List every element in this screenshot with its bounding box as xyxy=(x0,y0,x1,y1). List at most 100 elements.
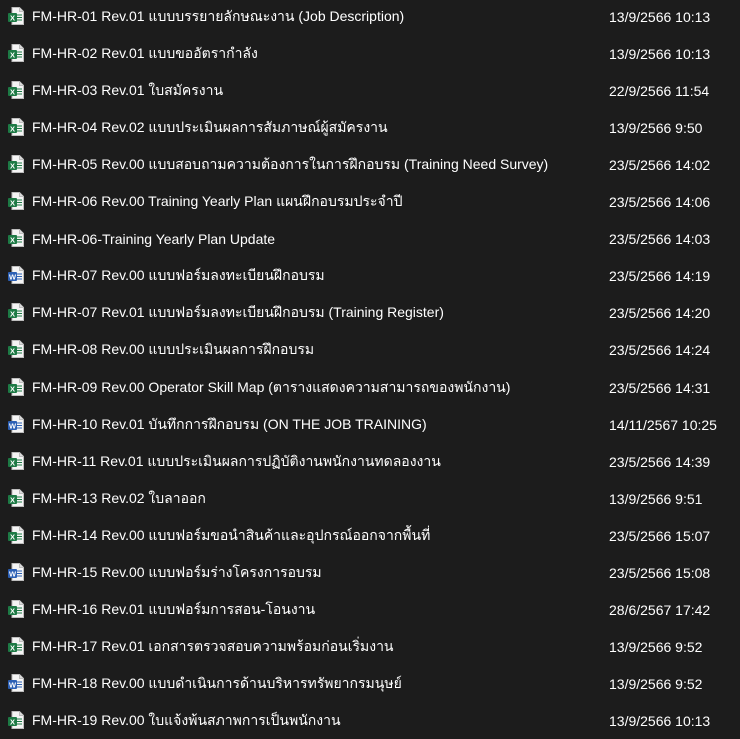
excel-file-icon: X xyxy=(8,340,24,359)
file-name: FM-HR-08 Rev.00 แบบประเมินผลการฝึกอบรม xyxy=(32,341,315,358)
file-modified-date: 14/11/2567 10:25 xyxy=(609,416,717,433)
file-name: FM-HR-07 Rev.01 แบบฟอร์มลงทะเบียนฝึกอบรม… xyxy=(32,304,444,321)
file-modified-date: 22/9/2566 11:54 xyxy=(609,83,710,100)
file-name: FM-HR-03 Rev.01 ใบสมัครงาน xyxy=(32,82,224,99)
file-row[interactable]: X FM-HR-19 Rev.00 ใบแจ้งพ้นสภาพการเป็นพนั… xyxy=(0,703,740,739)
svg-text:X: X xyxy=(10,236,15,245)
svg-text:X: X xyxy=(10,13,15,22)
word-file-icon: W xyxy=(8,414,24,433)
file-modified-date: 13/9/2566 9:50 xyxy=(609,120,703,137)
svg-text:X: X xyxy=(10,458,15,467)
file-name: FM-HR-06 Rev.00 Training Yearly Plan แผน… xyxy=(32,193,403,210)
excel-file-icon: X xyxy=(8,81,24,100)
excel-file-icon: X xyxy=(8,118,24,137)
file-modified-date: 13/9/2566 10:13 xyxy=(609,9,711,25)
svg-text:W: W xyxy=(9,421,17,430)
file-modified-date: 13/9/2566 9:52 xyxy=(609,675,703,692)
file-name: FM-HR-06-Training Yearly Plan Update xyxy=(32,231,276,248)
file-modified-date: 23/5/2566 14:03 xyxy=(609,231,711,248)
file-row[interactable]: X FM-HR-05 Rev.00 แบบสอบถามความต้องการในก… xyxy=(0,147,740,183)
file-row[interactable]: X FM-HR-04 Rev.02 แบบประเมินผลการสัมภาษณ์… xyxy=(0,110,740,146)
file-modified-date: 13/9/2566 9:52 xyxy=(609,638,703,655)
file-row[interactable]: W FM-HR-18 Rev.00 แบบดำเนินการด้านบริหารท… xyxy=(0,666,740,702)
file-row[interactable]: X FM-HR-17 Rev.01 เอกสารตรวจสอบความพร้อมก… xyxy=(0,629,740,665)
file-name: FM-HR-07 Rev.00 แบบฟอร์มลงทะเบียนฝึกอบรม xyxy=(32,267,325,284)
svg-text:W: W xyxy=(9,273,17,282)
file-row[interactable]: X FM-HR-13 Rev.02 ใบลาออก 13/9/2566 9:51 xyxy=(0,481,740,517)
file-name: FM-HR-13 Rev.02 ใบลาออก xyxy=(32,489,206,506)
svg-text:X: X xyxy=(10,199,15,208)
file-row[interactable]: W FM-HR-10 Rev.01 บันทึกการฝึกอบรม (ON TH… xyxy=(0,407,740,443)
excel-file-icon: X xyxy=(8,377,24,396)
svg-text:W: W xyxy=(9,680,17,689)
svg-text:X: X xyxy=(10,310,15,319)
svg-text:X: X xyxy=(10,643,15,652)
file-list: X FM-HR-01 Rev.01 แบบบรรยายลักษณะงาน (Job… xyxy=(0,0,740,729)
file-name: FM-HR-11 Rev.01 แบบประเมินผลการปฏิบัติงา… xyxy=(32,452,441,469)
file-row[interactable]: X FM-HR-01 Rev.01 แบบบรรยายลักษณะงาน (Job… xyxy=(0,0,740,35)
file-row[interactable]: W FM-HR-07 Rev.00 แบบฟอร์มลงทะเบียนฝึกอบร… xyxy=(0,258,740,294)
svg-text:X: X xyxy=(10,50,15,59)
word-file-icon: W xyxy=(8,266,24,285)
excel-file-icon: X xyxy=(8,488,24,507)
file-modified-date: 23/5/2566 14:20 xyxy=(609,305,711,322)
excel-file-icon: X xyxy=(8,7,24,25)
file-name: FM-HR-01 Rev.01 แบบบรรยายลักษณะงาน (Job … xyxy=(32,8,405,24)
file-name: FM-HR-16 Rev.01 แบบฟอร์มการสอน-โอนงาน xyxy=(32,600,316,617)
file-name: FM-HR-02 Rev.01 แบบขออัตรากำลัง xyxy=(32,45,258,62)
file-modified-date: 23/5/2566 14:24 xyxy=(609,342,711,359)
file-name: FM-HR-17 Rev.01 เอกสารตรวจสอบความพร้อมก่… xyxy=(32,637,394,654)
file-name: FM-HR-10 Rev.01 บันทึกการฝึกอบรม (ON THE… xyxy=(32,415,427,432)
file-row[interactable]: X FM-HR-08 Rev.00 แบบประเมินผลการฝึกอบรม 2… xyxy=(0,332,740,368)
word-file-icon: W xyxy=(8,673,24,692)
file-row[interactable]: X FM-HR-14 Rev.00 แบบฟอร์มขอนำสินค้าและอุ… xyxy=(0,518,740,554)
svg-text:X: X xyxy=(10,125,15,134)
svg-text:X: X xyxy=(10,495,15,504)
svg-text:X: X xyxy=(10,347,15,356)
svg-text:X: X xyxy=(10,87,15,96)
file-name: FM-HR-09 Rev.00 Operator Skill Map (ตารา… xyxy=(32,378,511,395)
svg-text:X: X xyxy=(10,717,15,726)
svg-text:X: X xyxy=(10,384,15,393)
file-modified-date: 23/5/2566 15:07 xyxy=(609,527,711,544)
file-modified-date: 28/6/2567 17:42 xyxy=(609,601,711,618)
file-row[interactable]: X FM-HR-06 Rev.00 Training Yearly Plan แผ… xyxy=(0,184,740,220)
svg-text:X: X xyxy=(10,606,15,615)
svg-text:X: X xyxy=(10,162,15,171)
file-row[interactable]: X FM-HR-02 Rev.01 แบบขออัตรากำลัง 13/9/256… xyxy=(0,36,740,72)
file-modified-date: 13/9/2566 10:13 xyxy=(609,712,711,729)
file-row[interactable]: X FM-HR-11 Rev.01 แบบประเมินผลการปฏิบัติง… xyxy=(0,444,740,480)
file-name: FM-HR-18 Rev.00 แบบดำเนินการด้านบริหารทร… xyxy=(32,674,402,691)
file-name: FM-HR-14 Rev.00 แบบฟอร์มขอนำสินค้าและอุป… xyxy=(32,526,431,543)
excel-file-icon: X xyxy=(8,525,24,544)
file-modified-date: 23/5/2566 14:31 xyxy=(609,379,711,396)
file-modified-date: 23/5/2566 14:02 xyxy=(609,157,711,174)
file-modified-date: 13/9/2566 10:13 xyxy=(609,46,711,63)
excel-file-icon: X xyxy=(8,192,24,211)
file-row[interactable]: X FM-HR-07 Rev.01 แบบฟอร์มลงทะเบียนฝึกอบร… xyxy=(0,295,740,331)
file-modified-date: 23/5/2566 15:08 xyxy=(609,564,711,581)
excel-file-icon: X xyxy=(8,155,24,174)
excel-file-icon: X xyxy=(8,636,24,655)
excel-file-icon: X xyxy=(8,229,24,248)
file-modified-date: 23/5/2566 14:19 xyxy=(609,268,711,285)
file-modified-date: 13/9/2566 9:51 xyxy=(609,490,703,507)
file-row[interactable]: X FM-HR-09 Rev.00 Operator Skill Map (ตาร… xyxy=(0,370,740,406)
excel-file-icon: X xyxy=(8,303,24,322)
file-row[interactable]: X FM-HR-03 Rev.01 ใบสมัครงาน 22/9/2566 11:… xyxy=(0,73,740,109)
excel-file-icon: X xyxy=(8,710,24,729)
excel-file-icon: X xyxy=(8,451,24,470)
excel-file-icon: X xyxy=(8,44,24,63)
file-name: FM-HR-15 Rev.00 แบบฟอร์มร่างโครงการอบรม xyxy=(32,563,322,580)
word-file-icon: W xyxy=(8,562,24,581)
file-modified-date: 23/5/2566 14:06 xyxy=(609,194,711,211)
svg-text:X: X xyxy=(10,532,15,541)
file-row[interactable]: X FM-HR-06-Training Yearly Plan Update 23/… xyxy=(0,221,740,257)
file-row[interactable]: X FM-HR-16 Rev.01 แบบฟอร์มการสอน-โอนงาน 28… xyxy=(0,592,740,628)
file-row[interactable]: W FM-HR-15 Rev.00 แบบฟอร์มร่างโครงการอบรม… xyxy=(0,555,740,591)
file-name: FM-HR-04 Rev.02 แบบประเมินผลการสัมภาษณ์ผ… xyxy=(32,119,388,136)
file-modified-date: 23/5/2566 14:39 xyxy=(609,453,711,470)
file-name: FM-HR-05 Rev.00 แบบสอบถามความต้องการในกา… xyxy=(32,156,549,173)
excel-file-icon: X xyxy=(8,599,24,618)
svg-text:W: W xyxy=(9,569,17,578)
